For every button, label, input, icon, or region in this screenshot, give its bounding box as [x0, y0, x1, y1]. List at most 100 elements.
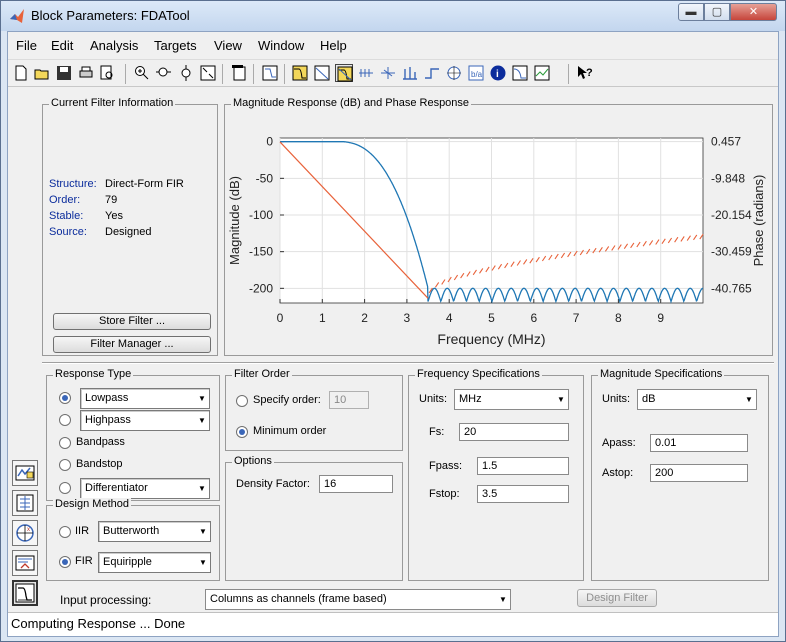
menu-help[interactable]: Help [320, 38, 347, 53]
fpass-field[interactable]: 1.5 [477, 457, 569, 475]
phase-delay-button[interactable] [379, 64, 397, 82]
zoom-in-button[interactable] [133, 64, 151, 82]
magnitude-estimate-button[interactable] [533, 64, 551, 82]
print-preview-button[interactable] [98, 64, 116, 82]
x-tick-label: 7 [573, 311, 580, 325]
zoom-y-button[interactable] [177, 64, 195, 82]
phase-button[interactable] [313, 64, 331, 82]
fstop-field[interactable]: 3.5 [477, 485, 569, 503]
sidebar-import-button[interactable] [12, 550, 38, 576]
radio-minimum-order[interactable] [236, 426, 248, 438]
whats-this-button[interactable]: ? [576, 64, 594, 82]
lowpass-select[interactable]: Lowpass ▼ [80, 388, 210, 409]
mag-units-select[interactable]: dB ▼ [637, 389, 757, 410]
sidebar-design-filter-button[interactable] [12, 580, 38, 606]
radio-highpass[interactable] [59, 414, 71, 426]
chevron-down-icon: ▼ [745, 395, 753, 404]
sidebar-pole-zero-editor-button[interactable]: x [12, 520, 38, 546]
iir-method-select[interactable]: Butterworth ▼ [98, 521, 211, 542]
menu-file[interactable]: File [16, 38, 37, 53]
fir-method-select[interactable]: Equiripple ▼ [98, 552, 211, 573]
menu-view[interactable]: View [214, 38, 242, 53]
fs-label: Fs: [429, 426, 445, 438]
astop-field[interactable]: 200 [650, 464, 748, 482]
plot-panel: Magnitude Response (dB) and Phase Respon… [224, 97, 773, 356]
title-bar[interactable]: Block Parameters: FDATool ▬ ▢ ✕ [1, 1, 785, 31]
x-tick-label: 5 [488, 311, 495, 325]
freq-units-label: Units: [419, 393, 448, 405]
store-filter-button[interactable]: Store Filter ... [53, 313, 211, 330]
radio-differentiator[interactable] [59, 482, 71, 494]
impulse-button[interactable] [401, 64, 419, 82]
sidebar-transform-button[interactable] [12, 490, 38, 516]
info-key: Source: [49, 226, 87, 238]
differentiator-select[interactable]: Differentiator ▼ [80, 478, 210, 499]
lowpass-select-value: Lowpass [85, 392, 129, 404]
coefficients-button[interactable]: b/a [467, 64, 485, 82]
specify-order-label: Specify order: [253, 394, 321, 406]
magnitude-button[interactable] [291, 64, 309, 82]
status-bar: Computing Response ... Done [8, 612, 778, 636]
phase-delay-icon [381, 67, 395, 79]
maximize-button[interactable]: ▢ [704, 3, 730, 21]
fs-field[interactable]: 20 [459, 423, 569, 441]
current-filter-panel: Current Filter Information Structure: Di… [42, 97, 218, 356]
filter-manager-button[interactable]: Filter Manager ... [53, 336, 211, 353]
differentiator-select-value: Differentiator [85, 482, 148, 494]
x-tick-label: 2 [361, 311, 368, 325]
response-plot[interactable]: 0 1 2 3 4 5 6 7 8 9 0 0.457 -50 -9.848 -100 -20.154 -150… [225, 105, 772, 355]
filter-specs-icon [262, 65, 278, 81]
specify-order-field[interactable]: 10 [329, 391, 369, 409]
new-button[interactable] [12, 64, 30, 82]
radio-bandpass[interactable] [59, 437, 71, 449]
chevron-down-icon: ▼ [499, 595, 507, 604]
highpass-select[interactable]: Highpass ▼ [80, 410, 210, 431]
menu-window[interactable]: Window [258, 38, 304, 53]
y2-tick-label: -9.848 [711, 171, 745, 185]
frequency-specs-title: Frequency Specifications [415, 368, 542, 380]
new-icon [15, 65, 27, 81]
mag-phase-button[interactable] [335, 64, 353, 82]
radio-bandstop[interactable] [59, 459, 71, 471]
full-view-button[interactable] [199, 64, 217, 82]
step-button[interactable] [423, 64, 441, 82]
apass-field[interactable]: 0.01 [650, 434, 748, 452]
radio-lowpass[interactable] [59, 392, 71, 404]
freq-units-select[interactable]: MHz ▼ [454, 389, 569, 410]
info-value: Designed [105, 226, 152, 238]
chevron-down-icon: ▼ [198, 484, 206, 493]
filter-specs-button[interactable] [261, 64, 279, 82]
info-button[interactable]: i [489, 64, 507, 82]
zoom-x-button[interactable] [155, 64, 173, 82]
group-delay-button[interactable] [357, 64, 375, 82]
sidebar-quantize-button[interactable] [12, 460, 38, 486]
design-filter-button[interactable]: Design Filter [577, 589, 657, 607]
filter-order-panel: Filter Order Specify order: 10 Minimum o… [225, 368, 403, 451]
pole-zero-button[interactable] [445, 64, 463, 82]
radio-iir[interactable] [59, 526, 71, 538]
input-processing-select[interactable]: Columns as channels (frame based) ▼ [205, 589, 511, 610]
svg-text:x: x [27, 527, 30, 533]
response-type-title: Response Type [53, 368, 134, 380]
radio-specify-order[interactable] [236, 395, 248, 407]
menu-edit[interactable]: Edit [51, 38, 73, 53]
new-window-button[interactable] [230, 64, 248, 82]
transform-icon [16, 494, 34, 512]
y2-axis-label: Phase (radians) [751, 175, 766, 267]
magnitude-specs-panel: Magnitude Specifications Units: dB ▼ Apa… [591, 368, 769, 581]
group-delay-icon [359, 69, 373, 77]
open-button[interactable] [33, 64, 51, 82]
menu-targets[interactable]: Targets [154, 38, 197, 53]
save-button[interactable] [55, 64, 73, 82]
density-factor-field[interactable]: 16 [319, 475, 393, 493]
open-icon [34, 69, 49, 80]
close-button[interactable]: ✕ [730, 3, 777, 21]
menu-analysis[interactable]: Analysis [90, 38, 138, 53]
fir-method-value: Equiripple [103, 556, 152, 568]
print-button[interactable] [77, 64, 95, 82]
round-off-button[interactable] [511, 64, 529, 82]
fstop-label: Fstop: [429, 488, 460, 500]
minimize-button[interactable]: ▬ [678, 3, 704, 21]
radio-fir[interactable] [59, 556, 71, 568]
y2-tick-label: -40.765 [711, 281, 752, 295]
